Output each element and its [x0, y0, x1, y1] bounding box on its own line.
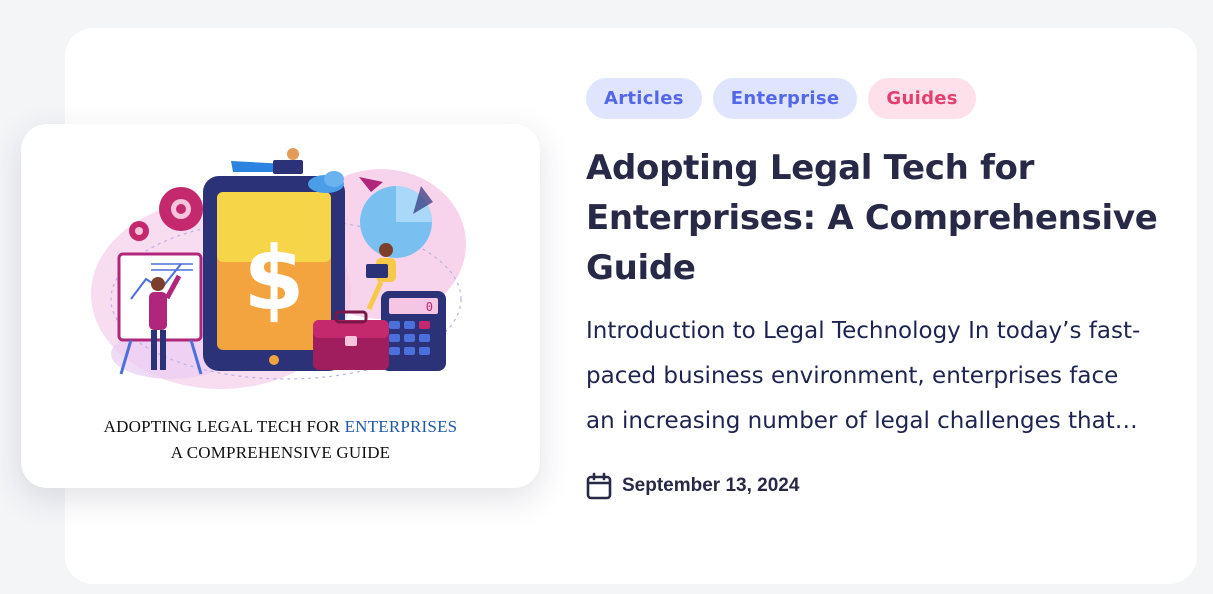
caption-accent: ENTERPRISES: [344, 417, 458, 436]
svg-text:$: $: [243, 227, 304, 330]
post-title[interactable]: Adopting Legal Tech for Enterprises: A C…: [586, 143, 1161, 293]
tag-list: Articles Enterprise Guides: [586, 78, 1161, 119]
thumbnail-caption-line2: A COMPREHENSIVE GUIDE: [170, 443, 391, 462]
dollar-tablet-illustration-icon: $ 0: [91, 148, 466, 389]
post-date: September 13, 2024: [622, 475, 800, 496]
thumbnail-caption-line1: ADOPTING LEGAL TECH FOR ENTERPRISES: [21, 417, 540, 437]
tag-guides[interactable]: Guides: [868, 78, 976, 119]
tag-articles[interactable]: Articles: [586, 78, 702, 119]
svg-text:0: 0: [426, 300, 433, 314]
post-excerpt: Introduction to Legal Technology In toda…: [586, 318, 1141, 434]
tag-enterprise[interactable]: Enterprise: [712, 78, 858, 119]
post-meta: September 13, 2024: [586, 472, 1161, 500]
caption-prefix: ADOPTING LEGAL TECH FOR: [103, 417, 345, 436]
post-thumbnail[interactable]: $ 0 ADOPTING LEGAL TECH FOR ENTERPRISES …: [21, 124, 540, 488]
post-content: Articles Enterprise Guides Adopting Lega…: [586, 78, 1161, 500]
calendar-icon: [586, 472, 612, 500]
